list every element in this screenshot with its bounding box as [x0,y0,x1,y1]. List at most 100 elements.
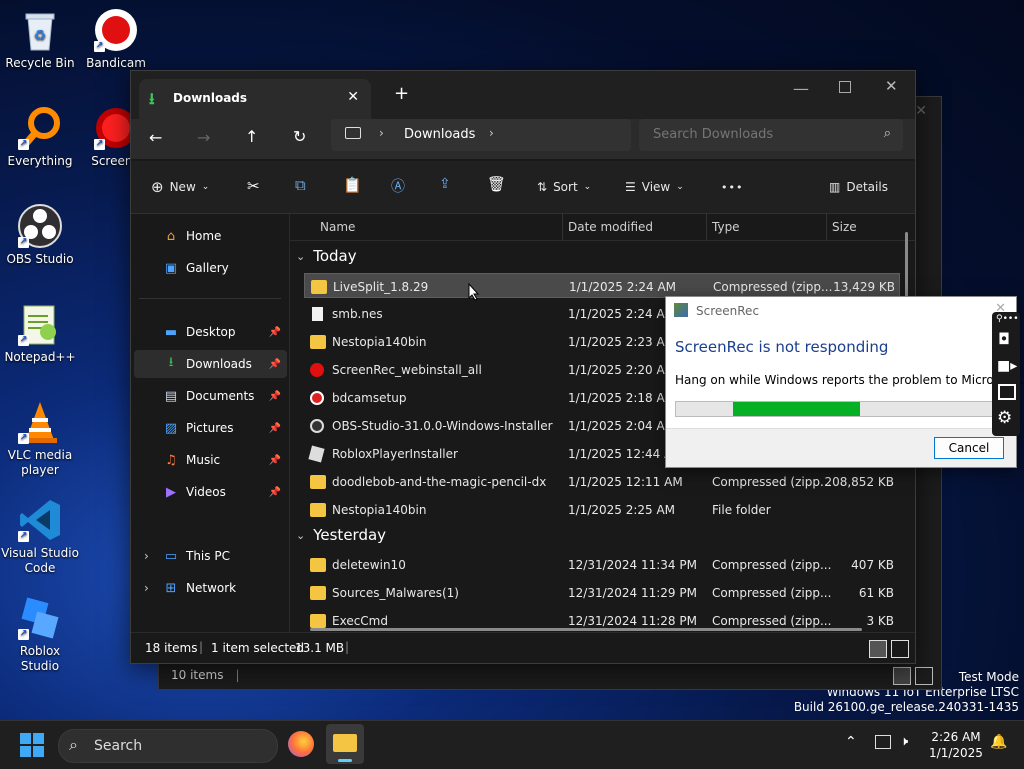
view-button[interactable]: ☰ View ⌄ [625,175,684,199]
address-bar[interactable]: › Downloads › [331,119,631,151]
file-row[interactable]: Nestopia140bin 1/1/2025 2:25 AM File folde… [304,497,898,523]
sidebar-item-network[interactable]: › ⊞ Network [134,574,287,602]
windows-icon[interactable] [998,384,1016,400]
firefox-taskbar-button[interactable] [288,731,314,757]
close-icon[interactable]: ✕ [915,103,927,119]
minimize-icon[interactable]: — [793,79,809,98]
view-toggle-tiles-icon[interactable] [915,667,933,685]
start-button[interactable] [20,733,44,757]
sidebar-item-this-pc[interactable]: › ▭ This PC [134,542,287,570]
show-hidden-icons-chevron-icon[interactable]: ⌃ [845,734,857,750]
sort-button[interactable]: ⇅ Sort ⌄ [537,175,591,199]
cut-icon[interactable]: ✂ [247,177,260,195]
desktop-icon-vscode[interactable]: ↗ Visual Studio Code [0,498,80,576]
desktop-icon-recycle-bin[interactable]: ♻ Recycle Bin [0,8,80,71]
file-type: Compressed (zipp... [712,475,832,489]
file-row[interactable]: deletewin10 12/31/2024 11:34 PM Compressed… [304,552,898,578]
refresh-icon[interactable]: ↻ [293,127,306,146]
download-arrow-icon: ⭳ [149,89,155,108]
sidebar-item-pictures[interactable]: ▨ Pictures 📌 [134,414,287,442]
sidebar-item-desktop[interactable]: ▬ Desktop 📌 [134,318,287,346]
close-window-icon[interactable]: ✕ [885,77,898,95]
new-button[interactable]: ⊕ New ⌄ [151,175,209,199]
desktop-icon-notepadpp[interactable]: ↗ Notepad++ [0,302,80,365]
search-icon[interactable]: ⌕ [884,126,891,141]
roblox-installer-icon [308,445,325,463]
sidebar-item-downloads[interactable]: ⭳ Downloads 📌 [134,350,287,378]
cancel-button[interactable]: Cancel [934,437,1004,459]
pin-icon[interactable]: 📌 [269,455,281,466]
not-responding-dialog[interactable]: ScreenRec ✕ ScreenRec is not responding … [665,296,1024,468]
sidebar-item-home[interactable]: ⌂ Home [134,222,287,250]
column-header-date[interactable]: Date modified [568,220,653,234]
up-icon[interactable]: ↑ [245,127,258,146]
column-divider[interactable] [826,214,827,240]
column-divider[interactable] [706,214,707,240]
desktop-icon-bandicam[interactable]: ↗ Bandicam [76,8,156,71]
sidebar-item-gallery[interactable]: ▣ Gallery [134,254,287,282]
desktop-icon-vlc[interactable]: ↗ VLC media player [0,400,80,478]
file-row[interactable]: doodlebob-and-the-magic-pencil-dx 1/1/202… [304,469,898,495]
notifications-bell-icon[interactable]: 🔔 [990,734,1007,750]
settings-gear-icon[interactable]: ⚙ [997,408,1012,428]
expand-chevron-icon[interactable]: › [144,549,149,563]
clock[interactable]: 2:26 AM 1/1/2025 [924,729,988,761]
desktop-icon-label: Notepad++ [4,350,76,364]
group-header-yesterday[interactable]: ⌄ Yesterday [296,526,386,544]
pin-icon[interactable]: 📌 [269,391,281,402]
collapse-chevron-icon[interactable]: ⌄ [296,529,305,542]
video-record-icon[interactable]: ■▸ [997,358,1017,374]
file-row[interactable]: LiveSplit_1.8.29 1/1/2025 2:24 AM Compress… [304,273,900,298]
file-row[interactable]: Sources_Malwares(1) 12/31/2024 11:29 PM Co… [304,580,898,606]
horizontal-scrollbar[interactable] [310,628,862,631]
pin-icon[interactable]: 📌 [269,487,281,498]
details-view-icon[interactable] [869,640,887,658]
breadcrumb-chevron-icon[interactable]: › [489,126,494,140]
search-input[interactable] [651,126,865,143]
sidebar-item-documents[interactable]: ▤ Documents 📌 [134,382,287,410]
pin-icon[interactable]: 📌 [269,423,281,434]
more-options-button[interactable]: ••• [721,175,743,199]
desktop-icon-roblox-studio[interactable]: ↗ Roblox Studio [0,596,80,674]
desktop-icon-everything[interactable]: ↗ Everything [0,106,80,169]
pin-icon[interactable]: 📌 [269,327,281,338]
delete-icon[interactable]: 🗑 [487,175,506,193]
expand-chevron-icon[interactable]: › [144,581,149,595]
pictures-icon: ▨ [164,420,178,436]
item-count: 18 items [145,641,198,655]
rename-icon[interactable]: Ⓐ [391,176,405,196]
close-tab-icon[interactable]: ✕ [347,89,359,105]
network-status-icon[interactable] [875,735,891,749]
desktop-icon-label: Visual Studio Code [1,546,79,575]
column-divider[interactable] [562,214,563,240]
forward-icon[interactable]: → [197,128,210,147]
pin-icon[interactable]: 📌 [269,359,281,370]
file-explorer-taskbar-button[interactable] [326,724,364,764]
column-header-size[interactable]: Size [832,220,857,234]
tab-downloads[interactable]: ⭳ Downloads ✕ [139,79,371,119]
sidebar-item-videos[interactable]: ▶ Videos 📌 [134,478,287,506]
file-date: 1/1/2025 2:24 AM [569,280,677,294]
sidebar-item-music[interactable]: ♫ Music 📌 [134,446,287,474]
volume-muted-icon[interactable]: 🕨 [900,734,908,749]
file-type: Compressed (zipp... [712,558,832,572]
maximize-icon[interactable] [839,81,851,93]
new-tab-button[interactable]: + [394,83,409,104]
share-icon[interactable]: ⇪ [439,176,451,192]
desktop-icon-obs-studio[interactable]: ↗ OBS Studio [0,204,80,267]
collapse-chevron-icon[interactable]: ⌄ [296,250,305,263]
view-toggle-details-icon[interactable] [893,667,911,685]
column-header-name[interactable]: Name [320,220,355,234]
back-icon[interactable]: ← [149,128,162,147]
search-box[interactable]: ⌕ [639,119,903,151]
paste-icon[interactable]: 📋 [343,176,362,194]
camera-icon[interactable]: ◘ [998,330,1010,348]
tiles-view-icon[interactable] [891,640,909,658]
copy-icon[interactable]: ⧉ [295,176,306,194]
column-header-type[interactable]: Type [712,220,740,234]
breadcrumb-location[interactable]: Downloads [404,127,475,142]
details-pane-button[interactable]: ▥ Details [829,175,888,199]
group-header-today[interactable]: ⌄ Today [296,247,357,265]
plus-icon: ⊕ [151,178,164,196]
taskbar-search-box[interactable]: ⌕ Search [58,729,278,763]
